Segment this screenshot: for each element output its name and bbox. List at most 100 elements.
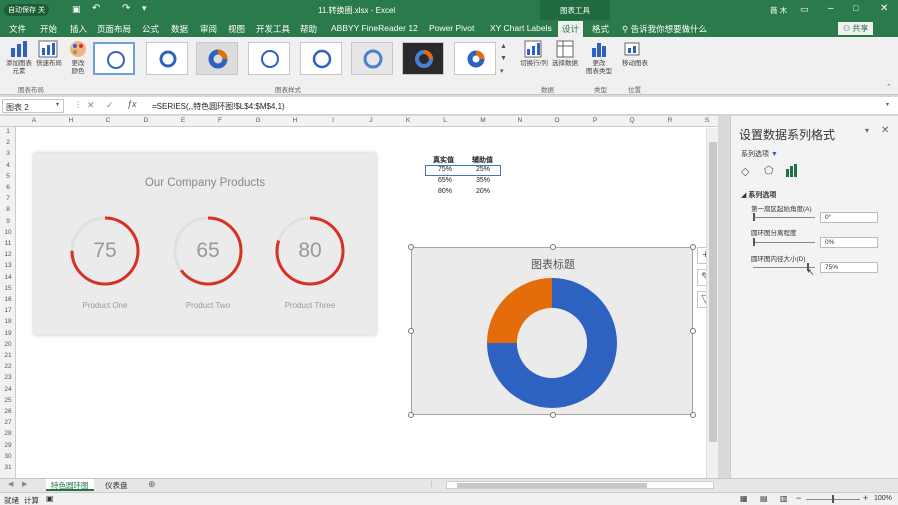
pane-options-dropdown-icon[interactable]: ▾ [865,126,869,135]
column-header[interactable]: E [177,117,189,124]
cell-M5[interactable]: 35% [476,177,490,184]
resize-handle[interactable] [550,412,556,418]
resize-handle[interactable] [690,328,696,334]
cell-L4[interactable]: 75% [438,166,452,173]
tab-design[interactable]: 设计 [558,21,584,37]
chart-style-5[interactable] [300,42,342,75]
worksheet-grid[interactable]: AHCDEFGHIJKLMNOPQRS 1 2 3 4 5 6 7 8 9 10 11 12 13 14 1… [0,116,718,478]
enter-icon[interactable]: ✓ [106,100,114,111]
effects-icon[interactable]: ⬠ [764,164,774,177]
zoom-slider-thumb[interactable] [832,495,834,503]
column-header[interactable]: O [551,117,563,124]
row-header[interactable]: 17 [0,307,16,314]
column-header[interactable]: H [65,117,77,124]
column-header[interactable]: A [28,117,40,124]
chart-style-7[interactable] [402,42,444,75]
column-header[interactable]: D [140,117,152,124]
first-slice-angle-slider[interactable] [753,217,815,218]
change-chart-type-button[interactable]: 更改 图表类型 [586,40,612,80]
header-actual-value[interactable]: 真实值 [433,155,454,165]
donut-explosion-slider[interactable] [753,242,815,243]
page-layout-view-icon[interactable]: ▤ [760,494,768,503]
donut-slice-2[interactable] [487,278,552,343]
row-header[interactable]: 18 [0,318,16,325]
change-colors-button[interactable]: 更改 颜色 [66,40,90,80]
tab-file[interactable]: 文件 [9,23,26,35]
row-header[interactable]: 13 [0,262,16,269]
tab-view[interactable]: 视图 [228,23,245,35]
macro-record-icon[interactable]: ▣ [46,494,54,503]
row-header[interactable]: 27 [0,419,16,426]
column-header[interactable]: H [289,117,301,124]
tab-review[interactable]: 审阅 [200,23,217,35]
resize-handle[interactable] [408,328,414,334]
tab-developer[interactable]: 开发工具 [256,23,290,35]
chart-style-2[interactable] [146,42,188,75]
row-header[interactable]: 10 [0,229,16,236]
tab-formulas[interactable]: 公式 [142,23,159,35]
column-header[interactable]: G [252,117,264,124]
row-header[interactable]: 5 [0,173,16,180]
column-header[interactable]: J [365,117,377,124]
row-header[interactable]: 14 [0,274,16,281]
row-header[interactable]: 3 [0,150,16,157]
styles-scroll-up-icon[interactable]: ▲ [500,43,507,50]
row-header[interactable]: 30 [0,453,16,460]
chart-style-3[interactable] [196,42,238,75]
resize-handle[interactable] [690,244,696,250]
hole-size-input[interactable]: 75% [820,262,878,273]
prev-sheet-icon[interactable]: ◀ [8,480,13,488]
row-header[interactable]: 4 [0,162,16,169]
column-header[interactable]: K [402,117,414,124]
sheet-tab[interactable]: 仪表盘 [100,479,133,491]
cell-L5[interactable]: 65% [438,177,452,184]
vertical-scrollbar[interactable] [706,128,718,478]
tab-data[interactable]: 数据 [171,23,188,35]
cell-M4[interactable]: 25% [476,166,490,173]
formula-input[interactable]: =SERIES(,,特色圆环图!$L$4:$M$4,1) [152,101,285,112]
zoom-out-icon[interactable]: − [796,493,801,503]
series-options-dropdown[interactable]: 系列选项 ▼ [741,149,778,159]
row-header[interactable]: 2 [0,139,16,146]
row-header[interactable]: 6 [0,184,16,191]
chart-style-6[interactable] [351,42,393,75]
column-header[interactable]: C [102,117,114,124]
row-header[interactable]: 24 [0,386,16,393]
series-options-icon[interactable] [785,164,799,177]
row-header[interactable]: 12 [0,251,16,258]
vertical-scroll-thumb[interactable] [709,142,717,442]
insert-function-icon[interactable]: ƒx [127,99,137,109]
tab-xy-chart-labels[interactable]: XY Chart Labels [490,23,552,33]
column-header[interactable]: S [701,117,713,124]
row-header[interactable]: 15 [0,285,16,292]
tab-splitter-icon[interactable]: ⋮ [428,480,435,488]
chart-style-1[interactable] [93,42,135,75]
row-header[interactable]: 23 [0,374,16,381]
tab-power-pivot[interactable]: Power Pivot [429,23,474,33]
status-calculate[interactable]: 计算 [24,495,39,505]
donut-chart[interactable]: 图表标题 [408,244,696,418]
header-helper-value[interactable]: 辅助值 [472,155,493,165]
chart-style-8[interactable] [454,42,496,75]
tab-help[interactable]: 帮助 [300,23,317,35]
tab-home[interactable]: 开始 [40,23,57,35]
more-options-icon[interactable]: ⋮ [74,100,82,109]
series-options-section[interactable]: ◢ 系列选项 [741,190,776,200]
quick-layout-button[interactable]: 快速布局 [34,40,62,80]
row-header[interactable]: 16 [0,296,16,303]
select-data-button[interactable]: 选择数据 [550,40,580,80]
share-button[interactable]: ⚇ 共享 [838,22,874,35]
add-chart-element-button[interactable]: 添加图表 元素 [5,40,33,80]
row-header[interactable]: 31 [0,464,16,471]
row-header[interactable]: 28 [0,430,16,437]
name-box[interactable]: 图表 2 [2,99,64,113]
maximize-icon[interactable]: □ [853,3,858,13]
add-sheet-icon[interactable]: ⊕ [148,479,156,490]
move-chart-button[interactable]: 移动图表 [620,40,648,80]
undo-icon[interactable]: ↶ [92,3,100,14]
minimize-icon[interactable]: – [828,3,834,14]
column-header[interactable]: I [327,117,339,124]
styles-more-icon[interactable]: ▾ [500,67,504,75]
column-header[interactable]: P [589,117,601,124]
redo-icon[interactable]: ↷ [122,3,130,14]
